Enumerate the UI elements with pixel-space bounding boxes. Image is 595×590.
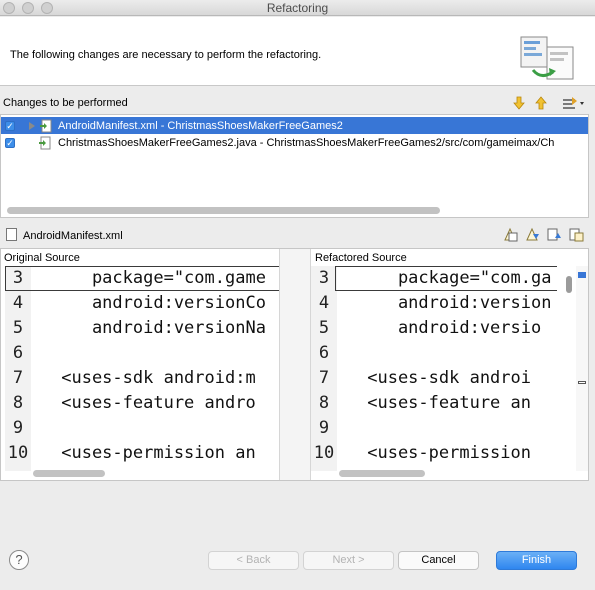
expand-arrow-icon[interactable] [29,121,35,130]
previous-change-button[interactable] [532,94,550,112]
filter-changes-dropdown[interactable] [560,94,588,112]
refactored-source-label: Refactored Source [315,252,407,264]
arrow-up-icon [535,96,547,110]
finish-button[interactable]: Finish [496,551,577,570]
overview-ruler[interactable] [576,266,588,471]
diff-center-gap [279,249,311,480]
arrow-down-icon [513,96,525,110]
change-item-label: AndroidManifest.xml - ChristmasShoesMake… [58,119,343,132]
refactoring-wizard-icon [520,36,574,80]
diff-options-icon[interactable] [569,227,584,242]
code-line: 10 <uses-permission an [7,443,256,463]
change-checkbox[interactable]: ✓ [5,137,15,148]
diff-file-name: AndroidManifest.xml [23,230,123,242]
change-checkbox[interactable]: ✓ [5,120,15,131]
window-title: Refactoring [266,1,329,15]
code-line: 3 package="com.game [12,268,266,288]
xml-file-icon [40,119,52,132]
overview-change-marker[interactable] [578,272,586,278]
previous-difference-icon[interactable] [547,227,562,242]
changes-label: Changes to be performed [3,97,128,109]
code-line: 4 android:versionCo [12,293,266,313]
code-line: 3 package="com.ga [318,268,552,288]
code-line: 8 <uses-feature an [318,393,531,413]
vertical-scrollbar-thumb[interactable] [566,276,572,293]
code-line: 4 android:version [318,293,552,313]
code-line: 7 <uses-sdk android:m [12,368,256,388]
xml-document-icon [6,228,17,241]
code-line: 8 <uses-feature andro [12,393,256,413]
code-line: 5 android:versio [318,318,542,338]
code-line: 7 <uses-sdk androi [318,368,531,388]
diff-viewer: Original Source Refactored Source 3 pack… [0,248,589,481]
original-source-label: Original Source [4,252,80,264]
changes-horizontal-scrollbar[interactable] [7,207,440,214]
refactoring-dialog: Refactoring The following changes are ne… [0,0,595,590]
code-line: 6 [12,343,24,363]
header-message: The following changes are necessary to p… [10,49,322,61]
original-source-pane[interactable]: 3 package="com.game 4 android:versionCo … [5,266,279,471]
refactored-source-pane[interactable]: 3 package="com.ga 4 android:version 5 an… [311,266,557,471]
cancel-button[interactable]: Cancel [398,551,479,570]
next-difference-icon[interactable] [525,227,540,242]
code-line: 6 [318,343,330,363]
copy-all-icon[interactable] [503,227,518,242]
filter-menu-icon [563,97,584,109]
change-item-label: ChristmasShoesMakerFreeGames2.java - Chr… [58,136,555,149]
change-item-java-file[interactable]: ✓ ChristmasShoesMakerFreeGames2.java - C… [1,134,588,151]
code-line: 10 <uses-permission [313,443,531,463]
overview-change-marker[interactable] [578,381,586,384]
title-bar: Refactoring [0,0,595,16]
code-line: 9 [318,418,330,438]
refactored-horizontal-scrollbar[interactable] [339,470,425,477]
next-change-button[interactable] [510,94,528,112]
original-horizontal-scrollbar[interactable] [33,470,105,477]
change-item-android-manifest[interactable]: ✓ AndroidManifest.xml - ChristmasShoesMa… [1,117,588,134]
wizard-header: The following changes are necessary to p… [0,17,595,86]
java-file-icon [39,136,51,149]
next-button[interactable]: Next > [303,551,394,570]
code-line: 9 [12,418,24,438]
changes-tree[interactable]: ✓ AndroidManifest.xml - ChristmasShoesMa… [0,114,589,218]
back-button[interactable]: < Back [208,551,299,570]
code-line: 5 android:versionNa [12,318,266,338]
help-button[interactable]: ? [9,550,29,570]
